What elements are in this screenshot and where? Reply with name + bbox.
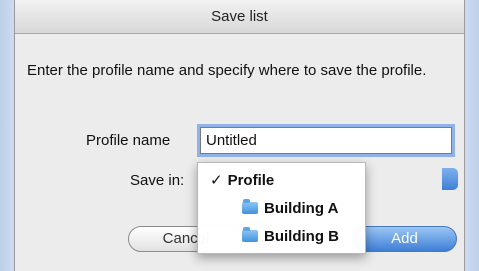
menu-item-label: Building A <box>264 200 339 217</box>
backdrop-left <box>0 0 14 271</box>
dialog-title: Save list <box>15 0 464 34</box>
menu-item-building-b[interactable]: Building B <box>198 225 365 249</box>
save-in-popup-arrow[interactable] <box>442 168 458 190</box>
folder-icon <box>242 227 258 242</box>
menu-item-building-a[interactable]: Building A <box>198 197 365 221</box>
menu-item-profile[interactable]: ✓ Profile <box>198 169 365 193</box>
folder-icon <box>242 199 258 214</box>
backdrop-right <box>465 0 479 271</box>
profile-name-label: Profile name <box>86 132 171 149</box>
menu-item-label: Profile <box>227 172 275 189</box>
profile-name-input[interactable] <box>200 127 452 154</box>
checkmark-icon: ✓ <box>210 172 223 189</box>
save-in-dropdown-menu: ✓ Profile Building A Building B <box>197 162 366 254</box>
menu-item-label: Building B <box>264 228 339 245</box>
save-in-label: Save in: <box>130 172 185 189</box>
add-button[interactable]: Add <box>352 226 457 252</box>
dialog-message: Enter the profile name and specify where… <box>27 62 427 79</box>
